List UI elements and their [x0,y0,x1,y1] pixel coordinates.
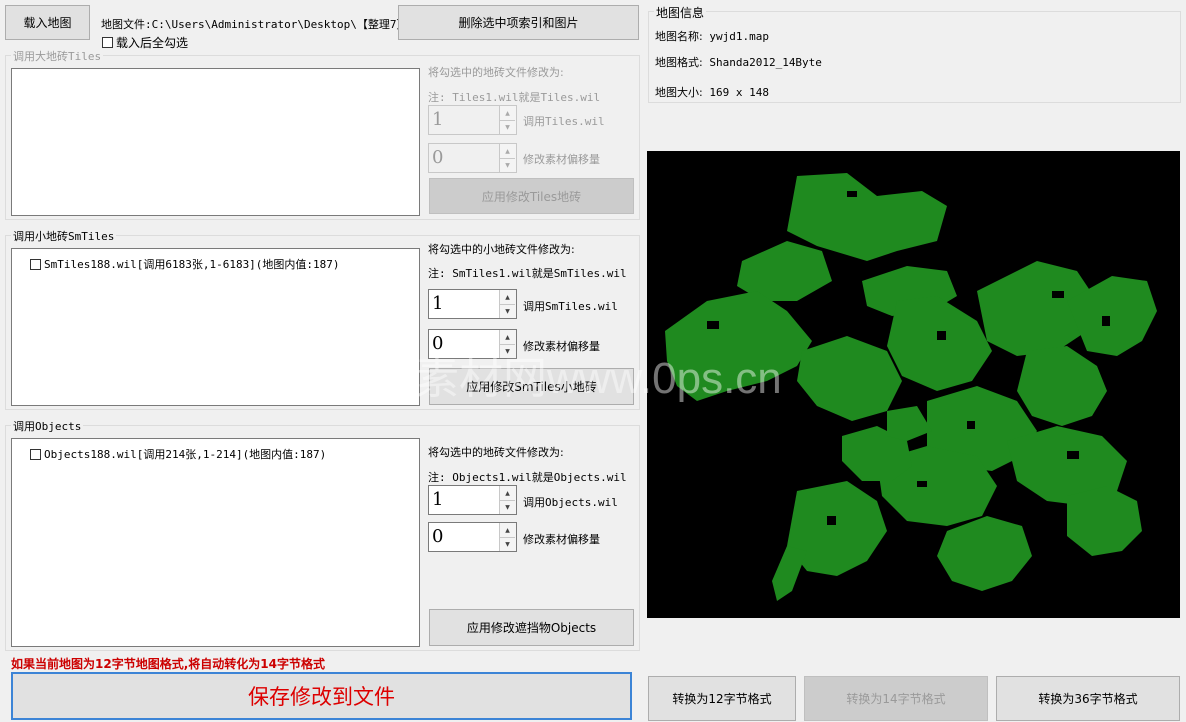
map-name-value: ywjd1.map [709,30,769,43]
stepper-down-icon[interactable]: ▼ [500,537,515,551]
tiles-offset-stepper[interactable]: 0 ▲ ▼ [428,143,517,173]
objects-file-label: 调用Objects.wil [523,496,618,509]
stepper-down-icon[interactable]: ▼ [500,158,515,172]
delete-selected-button[interactable]: 删除选中项索引和图片 [398,5,639,40]
objects-note: 注: Objects1.wil就是Objects.wil [428,471,627,484]
tiles-note: 注: Tiles1.wil就是Tiles.wil [428,91,601,104]
convert-36-byte-button[interactable]: 转换为36字节格式 [996,676,1180,721]
check-all-label: 载入后全勾选 [116,35,189,50]
stepper-down-icon[interactable]: ▼ [500,500,515,514]
stepper-up-icon[interactable]: ▲ [500,486,515,501]
smtiles-listbox[interactable]: SmTiles188.wil[调用6183张,1-6183](地图内值:187) [11,248,420,406]
list-item-text: SmTiles188.wil[调用6183张,1-6183](地图内值:187) [44,258,340,271]
map-size-row: 地图大小: 169 x 148 [655,84,769,100]
stepper-up-icon[interactable]: ▲ [500,523,515,538]
objects-offset-stepper[interactable]: 0 ▲ ▼ [428,522,517,552]
objects-offset-value: 0 [432,526,444,547]
smtiles-note: 注: SmTiles1.wil就是SmTiles.wil [428,267,627,280]
load-map-button[interactable]: 载入地图 [5,5,90,40]
map-size-value: 169 x 148 [709,86,769,99]
smtiles-file-value: 1 [432,293,444,314]
map-format-value: Shanda2012_14Byte [709,56,822,69]
objects-file-value: 1 [432,489,444,510]
list-item-text: Objects188.wil[调用214张,1-214](地图内值:187) [44,448,327,461]
check-all-after-load-checkbox[interactable]: 载入后全勾选 [102,35,189,50]
apply-tiles-button[interactable]: 应用修改Tiles地砖 [429,178,634,214]
map-preview: 素材网www.0ps.cn [415,151,1180,618]
map-size-label: 地图大小: [655,86,703,99]
stepper-up-icon[interactable]: ▲ [500,144,515,159]
smtiles-group-title: 调用小地砖SmTiles [11,228,117,244]
stepper-down-icon[interactable]: ▼ [500,304,515,318]
map-format-row: 地图格式: Shanda2012_14Byte [655,54,822,70]
stepper-up-icon[interactable]: ▲ [500,290,515,305]
stepper-up-icon[interactable]: ▲ [500,106,515,121]
objects-file-stepper[interactable]: 1 ▲ ▼ [428,485,517,515]
checkbox-box[interactable] [102,36,113,48]
objects-listbox[interactable]: Objects188.wil[调用214张,1-214](地图内值:187) [11,438,420,647]
smtiles-modify-prompt: 将勾选中的小地砖文件修改为: [428,243,575,256]
watermark-text: 素材网www.0ps.cn [415,354,782,403]
tiles-file-value: 1 [432,109,444,130]
tiles-group-title: 调用大地砖Tiles [11,48,104,64]
format-conversion-note: 如果当前地图为12字节地图格式,将自动转化为14字节格式 [11,657,325,671]
tiles-modify-prompt: 将勾选中的地砖文件修改为: [428,66,564,79]
tiles-offset-value: 0 [432,147,444,168]
tiles-listbox[interactable] [11,68,420,216]
convert-14-byte-button[interactable]: 转换为14字节格式 [804,676,988,721]
list-item[interactable]: Objects188.wil[调用214张,1-214](地图内值:187) [30,446,326,462]
convert-12-byte-button[interactable]: 转换为12字节格式 [648,676,796,721]
save-to-file-button[interactable]: 保存修改到文件 [11,672,632,720]
list-item-checkbox[interactable] [30,448,41,460]
map-file-path-label: 地图文件:C:\Users\Administrator\Desktop\【整理7… [101,18,398,31]
objects-offset-label: 修改素材偏移量 [523,533,600,546]
objects-modify-prompt: 将勾选中的地砖文件修改为: [428,446,564,459]
map-format-label: 地图格式: [655,56,703,69]
tiles-file-stepper[interactable]: 1 ▲ ▼ [428,105,517,135]
map-name-row: 地图名称: ywjd1.map [655,28,769,44]
smtiles-file-label: 调用SmTiles.wil [523,300,618,313]
list-item-checkbox[interactable] [30,258,41,270]
apply-objects-button[interactable]: 应用修改遮挡物Objects [429,609,634,646]
stepper-down-icon[interactable]: ▼ [500,120,515,134]
map-name-label: 地图名称: [655,30,703,43]
tiles-file-label: 调用Tiles.wil [523,115,605,128]
map-info-group-title: 地图信息 [654,4,707,21]
objects-group-title: 调用Objects [11,418,84,434]
smtiles-file-stepper[interactable]: 1 ▲ ▼ [428,289,517,319]
tiles-offset-label: 修改素材偏移量 [523,153,600,166]
list-item[interactable]: SmTiles188.wil[调用6183张,1-6183](地图内值:187) [30,256,340,272]
